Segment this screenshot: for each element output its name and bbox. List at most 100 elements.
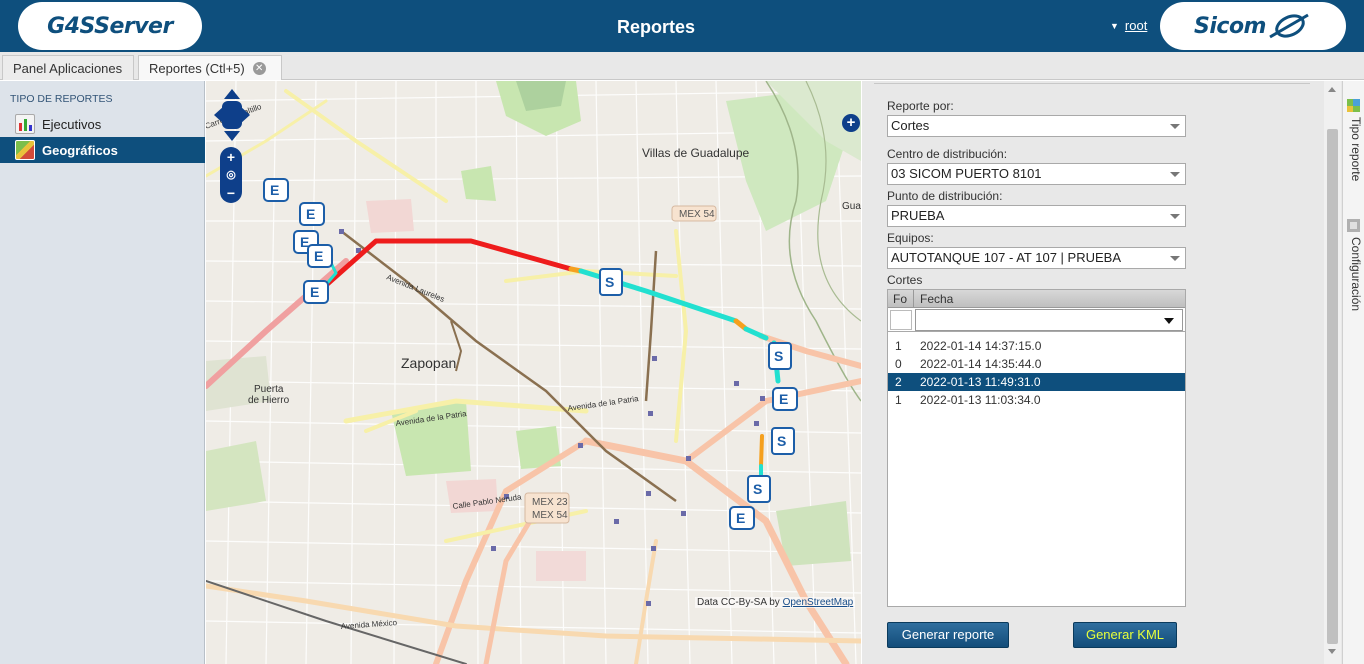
sidebar: TIPO DE REPORTES Ejecutivos Geográficos bbox=[0, 81, 205, 664]
svg-text:S: S bbox=[753, 481, 762, 497]
sicom-swirl-icon bbox=[1269, 13, 1309, 39]
column-header-fecha[interactable]: Fecha bbox=[915, 290, 958, 308]
map-label-villas: Villas de Guadalupe bbox=[642, 146, 750, 160]
user-menu[interactable]: ▼ root bbox=[1110, 18, 1147, 33]
table-row[interactable]: 1 2022-01-13 11:03:34.0 bbox=[888, 391, 1185, 409]
map-label-gua: Gua bbox=[842, 201, 861, 212]
select-value: PRUEBA bbox=[891, 208, 945, 223]
cortes-label: Cortes bbox=[887, 273, 923, 287]
bar-chart-icon bbox=[15, 114, 35, 134]
cell-fo: 1 bbox=[895, 393, 902, 407]
equipos-label: Equipos: bbox=[887, 231, 934, 245]
layer-switcher-button[interactable]: + bbox=[842, 114, 860, 132]
g4s-logo: G4SServer bbox=[18, 2, 202, 50]
punto-label: Punto de distribución: bbox=[887, 189, 1003, 203]
centro-label: Centro de distribución: bbox=[887, 147, 1008, 161]
svg-text:E: E bbox=[306, 206, 315, 222]
cell-fo: 1 bbox=[895, 339, 902, 353]
cell-fo: 2 bbox=[895, 375, 902, 389]
sidebar-item-label: Geográficos bbox=[42, 142, 118, 158]
map-attribution: Data CC-By-SA by OpenStreetMap bbox=[695, 597, 856, 608]
filter-fecha-select[interactable] bbox=[915, 309, 1183, 331]
side-tab-strip: Tipo reporte Configuración bbox=[1342, 81, 1364, 664]
map-label-mex54: MEX 54 bbox=[679, 209, 715, 220]
svg-text:E: E bbox=[314, 248, 323, 264]
svg-text:S: S bbox=[777, 433, 786, 449]
globe-icon[interactable]: ◎ bbox=[223, 167, 239, 183]
filter-row bbox=[888, 308, 1185, 332]
report-form-panel: Reporte por: Cortes Centro de distribuci… bbox=[862, 81, 1342, 664]
table-row[interactable]: 0 2022-01-14 14:35:44.0 bbox=[888, 355, 1185, 373]
header-bar: G4SServer Reportes ▼ root Sicom bbox=[0, 0, 1364, 52]
map-report-icon bbox=[1347, 99, 1360, 112]
centro-select[interactable]: 03 SICOM PUERTO 8101 bbox=[887, 163, 1186, 185]
user-link[interactable]: root bbox=[1125, 18, 1147, 33]
cell-fecha: 2022-01-14 14:37:15.0 bbox=[920, 339, 1042, 353]
chevron-down-icon bbox=[1170, 256, 1180, 261]
map-label-mex23: MEX 23 bbox=[532, 497, 568, 508]
app-window: G4SServer Reportes ▼ root Sicom Panel Ap… bbox=[0, 0, 1364, 664]
g4s-logo-text: G4SServer bbox=[47, 13, 173, 39]
page-title: Reportes bbox=[616, 17, 696, 37]
generar-kml-button[interactable]: Generar KML bbox=[1073, 622, 1177, 648]
chevron-down-icon bbox=[1170, 214, 1180, 219]
map-label-puerta: Puerta bbox=[254, 384, 284, 395]
tab-bar: Panel Aplicaciones Reportes (Ctl+5) ✕ bbox=[0, 52, 1364, 80]
cell-fecha: 2022-01-13 11:03:34.0 bbox=[920, 393, 1041, 407]
cell-fo: 0 bbox=[895, 357, 902, 371]
attribution-text: Data CC-By-SA by bbox=[697, 597, 783, 608]
map-label-hierro: de Hierro bbox=[248, 395, 290, 406]
reporte-por-label: Reporte por: bbox=[887, 99, 954, 113]
sidebar-item-ejecutivos[interactable]: Ejecutivos bbox=[0, 111, 205, 137]
table-row[interactable]: 1 2022-01-14 14:37:15.0 bbox=[888, 337, 1185, 355]
map-view[interactable]: E E E E E S S E S S E MEX 54 MEX 23 MEX … bbox=[206, 81, 861, 664]
side-tab-tipo-reporte[interactable]: Tipo reporte bbox=[1345, 117, 1363, 181]
sicom-logo: Sicom bbox=[1160, 2, 1346, 50]
report-form: Reporte por: Cortes Centro de distribuci… bbox=[874, 83, 1310, 648]
openstreetmap-link[interactable]: OpenStreetMap bbox=[783, 597, 854, 608]
map-zoom-control: + ◎ − bbox=[220, 147, 242, 203]
side-tab-configuracion[interactable]: Configuración bbox=[1345, 237, 1363, 311]
cell-fecha: 2022-01-14 14:35:44.0 bbox=[920, 357, 1042, 371]
map-pan-control[interactable] bbox=[214, 89, 250, 141]
filter-fo-input[interactable] bbox=[890, 310, 912, 330]
column-header-fo[interactable]: Fo bbox=[888, 290, 914, 308]
chevron-down-icon: ▼ bbox=[1110, 20, 1119, 31]
scroll-down-arrow[interactable] bbox=[1328, 649, 1336, 654]
map-canvas: E E E E E S S E S S E MEX 54 MEX 23 MEX … bbox=[206, 81, 861, 664]
map-label-mex54b: MEX 54 bbox=[532, 510, 568, 521]
tab-reportes[interactable]: Reportes (Ctl+5) ✕ bbox=[138, 55, 282, 80]
svg-text:S: S bbox=[605, 274, 614, 290]
tab-label: Reportes (Ctl+5) bbox=[149, 60, 245, 76]
map-icon bbox=[15, 140, 35, 160]
chevron-down-icon bbox=[1164, 318, 1174, 324]
settings-icon bbox=[1347, 219, 1360, 232]
sidebar-item-label: Ejecutivos bbox=[42, 116, 102, 132]
generar-reporte-button[interactable]: Generar reporte bbox=[887, 622, 1009, 648]
cortes-header: Fo Fecha bbox=[888, 290, 1185, 308]
tab-panel-aplicaciones[interactable]: Panel Aplicaciones bbox=[2, 55, 134, 80]
sicom-logo-text: Sicom bbox=[1194, 13, 1266, 39]
select-value: Cortes bbox=[891, 118, 930, 133]
reporte-por-select[interactable]: Cortes bbox=[887, 115, 1186, 137]
sidebar-item-geograficos[interactable]: Geográficos bbox=[0, 137, 205, 163]
svg-text:E: E bbox=[270, 182, 279, 198]
panel-scrollbar[interactable] bbox=[1324, 81, 1341, 664]
zoom-in-button[interactable]: + bbox=[223, 149, 239, 165]
cell-fecha: 2022-01-13 11:49:31.0 bbox=[920, 375, 1041, 389]
cortes-grid: Fo Fecha 1 2022-01-14 14:37:15.0 0 2022-… bbox=[887, 289, 1186, 607]
close-icon[interactable]: ✕ bbox=[252, 61, 266, 75]
svg-text:E: E bbox=[736, 510, 745, 526]
equipos-select[interactable]: AUTOTANQUE 107 - AT 107 | PRUEBA bbox=[887, 247, 1186, 269]
svg-text:E: E bbox=[779, 391, 788, 407]
zoom-out-button[interactable]: − bbox=[223, 185, 239, 201]
svg-text:E: E bbox=[310, 284, 319, 300]
select-value: AUTOTANQUE 107 - AT 107 | PRUEBA bbox=[891, 250, 1121, 265]
tab-label: Panel Aplicaciones bbox=[13, 60, 123, 76]
scroll-up-arrow[interactable] bbox=[1328, 87, 1336, 92]
table-row-selected[interactable]: 2 2022-01-13 11:49:31.0 bbox=[888, 373, 1185, 391]
pan-arrows-icon[interactable] bbox=[214, 89, 250, 141]
chevron-down-icon bbox=[1170, 124, 1180, 129]
punto-select[interactable]: PRUEBA bbox=[887, 205, 1186, 227]
scroll-thumb[interactable] bbox=[1327, 129, 1338, 644]
